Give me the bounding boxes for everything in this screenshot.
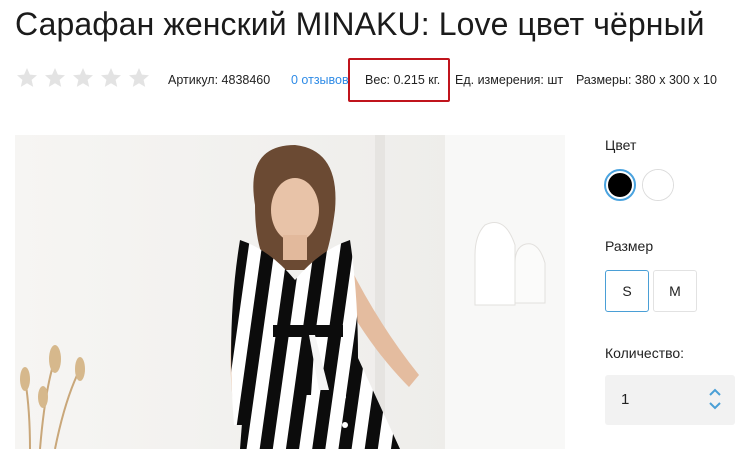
product-photo[interactable] xyxy=(15,135,565,449)
color-label: Цвет xyxy=(605,137,637,153)
color-swatch-black[interactable] xyxy=(604,169,636,201)
reviews-link[interactable]: 0 отзывов xyxy=(291,73,349,87)
size-button-m[interactable]: M xyxy=(653,270,697,312)
star-icon[interactable] xyxy=(99,66,123,90)
size-label: Размер xyxy=(605,238,654,254)
star-icon[interactable] xyxy=(127,66,151,90)
star-icon[interactable] xyxy=(71,66,95,90)
product-photo-illustration xyxy=(15,135,565,449)
size-button-s[interactable]: S xyxy=(605,270,649,312)
star-icon[interactable] xyxy=(15,66,39,90)
weight-value: Вес: 0.215 кг. xyxy=(365,73,441,87)
quantity-stepper[interactable]: 1 xyxy=(605,375,735,425)
color-swatch-white[interactable] xyxy=(642,169,674,201)
unit-value: Ед. измерения: шт xyxy=(455,73,564,87)
star-icon[interactable] xyxy=(43,66,67,90)
quantity-label: Количество: xyxy=(605,345,685,361)
quantity-arrows xyxy=(707,385,723,417)
product-meta-row: Артикул: 4838460 0 отзывов Вес: 0.215 кг… xyxy=(15,58,740,102)
article-number: Артикул: 4838460 xyxy=(168,73,271,87)
dimensions-value: Размеры: 380 x 300 x 10 xyxy=(576,73,717,87)
rating-stars[interactable] xyxy=(15,66,151,90)
quantity-input[interactable]: 1 xyxy=(621,391,629,408)
chevron-down-icon[interactable] xyxy=(707,399,723,413)
chevron-up-icon[interactable] xyxy=(707,385,723,399)
product-title: Сарафан женский MINAKU: Love цвет чёрный xyxy=(15,6,705,42)
